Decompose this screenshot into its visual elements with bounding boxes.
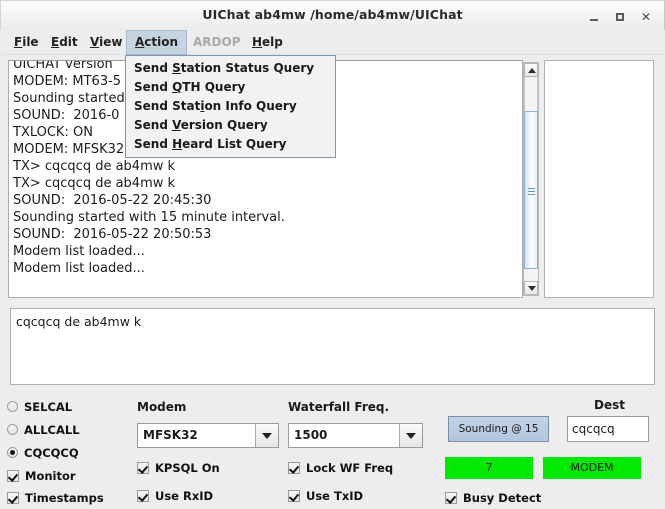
minimize-button[interactable]: [586, 9, 602, 25]
scrollbar-grip-icon: [528, 194, 535, 195]
radio-cqcqcq[interactable]: CQCQCQ: [7, 444, 79, 461]
scrollbar-grip-icon: [528, 188, 535, 189]
checkbox-busy-detect-label: Busy Detect: [463, 490, 542, 505]
checkmark-icon: [137, 461, 149, 474]
checkbox-monitor[interactable]: Monitor: [7, 467, 76, 484]
menu-help[interactable]: Help: [244, 30, 291, 55]
uichat-window: UIChat ab4mw /home/ab4mw/UIChat ✕ FFilei…: [0, 0, 665, 509]
radio-selected-icon: [7, 447, 18, 458]
checkmark-icon: [445, 491, 457, 504]
menu-action[interactable]: Action: [126, 30, 188, 55]
checkbox-use-rxid[interactable]: Use RxID: [137, 487, 213, 504]
dest-input[interactable]: cqcqcq: [567, 416, 649, 442]
chevron-up-icon: [528, 68, 536, 73]
modem-select-value: MFSK32: [138, 424, 255, 447]
scroll-down-button[interactable]: [524, 281, 538, 295]
checkbox-monitor-label: Monitor: [25, 468, 76, 483]
action-dropdown-menu: Send Station Status Query Send QTH Query…: [125, 55, 336, 158]
sounding-button[interactable]: Sounding @ 15: [448, 416, 549, 442]
checkmark-icon: [7, 491, 19, 504]
maximize-button[interactable]: [612, 9, 628, 25]
menu-item-send-station-info-query[interactable]: Send Station Info Query: [126, 97, 335, 116]
checkbox-lock-wf-freq-label: Lock WF Freq: [306, 460, 394, 475]
checkbox-kpsql-on-label: KPSQL On: [155, 460, 220, 475]
checkbox-lock-wf-freq[interactable]: Lock WF Freq: [288, 459, 393, 476]
menu-bar: FFileile Edit View Action ARDOP Help: [1, 30, 664, 55]
scroll-up-button[interactable]: [524, 63, 538, 77]
title-bar: UIChat ab4mw /home/ab4mw/UIChat ✕: [0, 0, 665, 30]
radio-allcall[interactable]: ALLCALL: [7, 421, 80, 438]
menu-file[interactable]: FFileile: [6, 30, 47, 55]
modem-select[interactable]: MFSK32: [137, 423, 279, 448]
maximize-icon: [616, 13, 624, 21]
checkbox-use-txid-label: Use TxID: [306, 488, 364, 503]
dest-label: Dest: [594, 398, 625, 412]
modem-indicator[interactable]: MODEM: [543, 457, 641, 479]
compose-input[interactable]: cqcqcq de ab4mw k: [10, 308, 655, 385]
radio-cqcqcq-label: CQCQCQ: [24, 445, 79, 460]
window-title: UIChat ab4mw /home/ab4mw/UIChat: [202, 7, 463, 22]
close-icon: ✕: [640, 10, 652, 24]
checkbox-kpsql-on[interactable]: KPSQL On: [137, 459, 220, 476]
chevron-down-icon[interactable]: [399, 424, 422, 447]
menu-view[interactable]: View: [82, 30, 130, 55]
menu-item-send-heard-list-query[interactable]: Send Heard List Query: [126, 135, 335, 154]
scrollbar-thumb[interactable]: [524, 111, 538, 269]
menu-item-send-version-query[interactable]: Send Version Query: [126, 116, 335, 135]
menu-ardop: ARDOP: [193, 35, 241, 49]
chevron-down-icon[interactable]: [255, 424, 278, 447]
modem-label: Modem: [137, 400, 187, 414]
radio-icon: [7, 424, 18, 435]
scrollbar-track[interactable]: [524, 77, 538, 111]
radio-selcal[interactable]: SELCAL: [7, 398, 72, 415]
checkmark-icon: [137, 489, 149, 502]
waterfall-freq-value: 1500: [289, 424, 399, 447]
close-button[interactable]: ✕: [638, 9, 654, 25]
menu-item-send-station-status-query[interactable]: Send Station Status Query: [126, 59, 335, 78]
waterfall-freq-label: Waterfall Freq.: [288, 400, 390, 414]
checkmark-icon: [288, 489, 300, 502]
menu-item-send-qth-query[interactable]: Send QTH Query: [126, 78, 335, 97]
checkmark-icon: [288, 461, 300, 474]
checkbox-use-txid[interactable]: Use TxID: [288, 487, 363, 504]
checkbox-timestamps[interactable]: Timestamps: [7, 489, 104, 506]
compose-input-text: cqcqcq de ab4mw k: [16, 314, 142, 329]
radio-selcal-label: SELCAL: [24, 399, 73, 414]
checkmark-icon: [7, 469, 19, 482]
menu-edit[interactable]: Edit: [43, 30, 86, 55]
radio-allcall-label: ALLCALL: [24, 422, 80, 437]
channel-indicator[interactable]: 7: [445, 457, 533, 479]
radio-icon: [7, 401, 18, 412]
waterfall-freq-select[interactable]: 1500: [288, 423, 423, 448]
checkbox-use-rxid-label: Use RxID: [155, 488, 214, 503]
chevron-down-icon: [528, 286, 536, 291]
minimize-icon: [590, 18, 598, 21]
checkbox-timestamps-label: Timestamps: [25, 490, 104, 505]
heard-list-panel[interactable]: [544, 60, 654, 298]
log-scrollbar[interactable]: [523, 62, 539, 296]
checkbox-busy-detect[interactable]: Busy Detect: [445, 489, 541, 506]
scrollbar-grip-icon: [528, 191, 535, 192]
